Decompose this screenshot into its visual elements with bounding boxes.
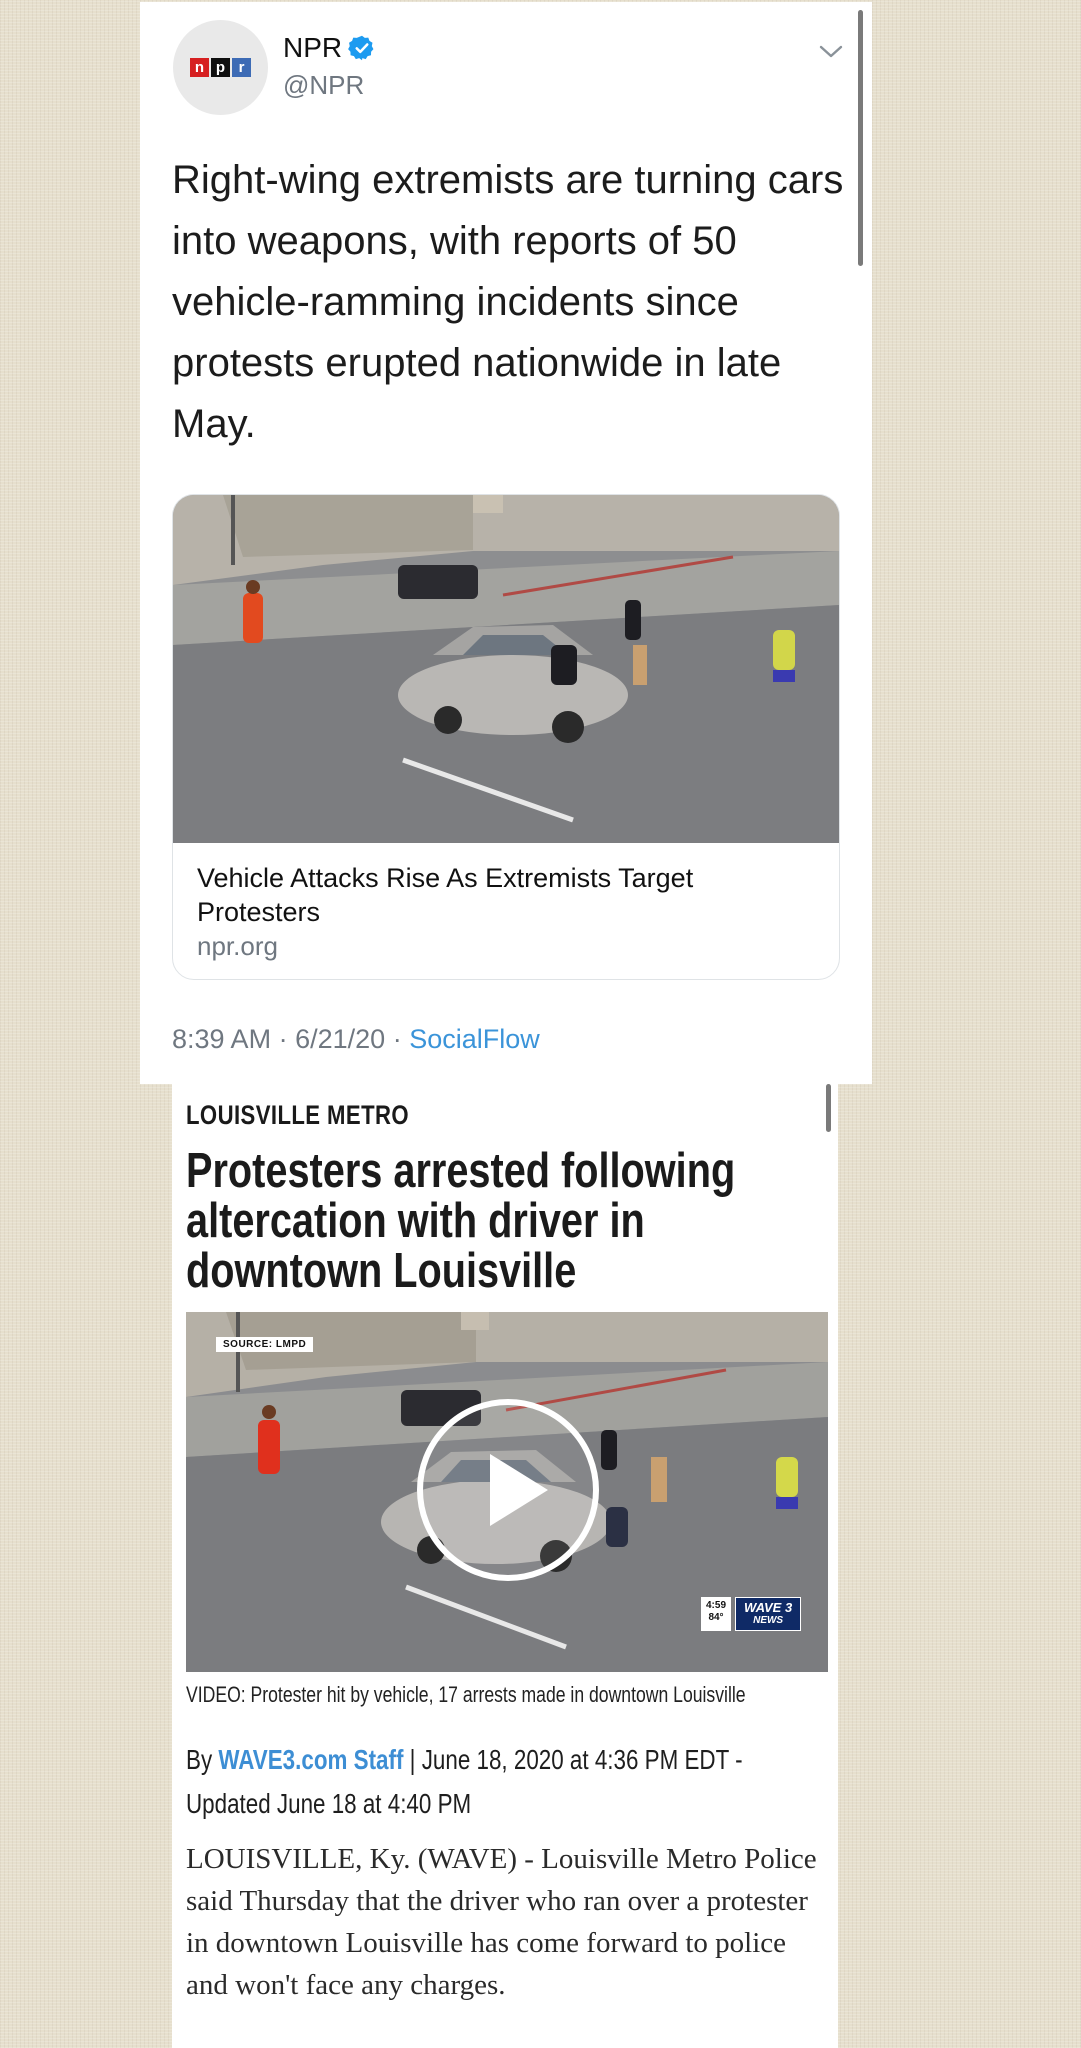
news-article: LOUISVILLE METRO Protesters arrested fol… — [172, 1084, 838, 2048]
npr-logo: n p r — [190, 58, 251, 77]
logo-letter-n: n — [190, 58, 209, 77]
link-domain: npr.org — [197, 931, 278, 961]
tweet-card: n p r NPR @NPR Right-wing extremists are… — [140, 2, 872, 1084]
display-name-row[interactable]: NPR — [283, 32, 376, 64]
link-title[interactable]: Vehicle Attacks Rise As Extremists Targe… — [197, 861, 817, 929]
article-headline: Protesters arrested following altercatio… — [186, 1144, 736, 1298]
video-player[interactable]: SOURCE: LMPD 4:59 84° WAVE 3 NEWS — [186, 1312, 828, 1672]
station-time-temp: 4:59 84° — [701, 1597, 732, 1631]
station-badge: 4:59 84° WAVE 3 NEWS — [701, 1597, 802, 1631]
link-preview-image — [173, 495, 839, 843]
tweet-source-link[interactable]: SocialFlow — [409, 1024, 540, 1054]
handle[interactable]: @NPR — [283, 70, 364, 101]
section-label[interactable]: LOUISVILLE METRO — [186, 1100, 409, 1131]
station-logo-name: WAVE 3 — [744, 1600, 793, 1615]
avatar[interactable]: n p r — [173, 20, 268, 115]
video-caption: VIDEO: Protester hit by vehicle, 17 arre… — [186, 1682, 746, 1707]
link-preview-card[interactable]: Vehicle Attacks Rise As Extremists Targe… — [172, 494, 840, 980]
article-body: LOUISVILLE, Ky. (WAVE) - Louisville Metr… — [186, 1843, 817, 2001]
tweet-date[interactable]: 6/21/20 — [295, 1024, 385, 1054]
station-logo-sub: NEWS — [753, 1615, 784, 1626]
tweet-time[interactable]: 8:39 AM — [172, 1024, 271, 1054]
byline-separator: | — [409, 1744, 416, 1775]
tweet-metadata: 8:39 AM · 6/21/20 · SocialFlow — [172, 1024, 540, 1055]
display-name[interactable]: NPR — [283, 32, 342, 64]
logo-letter-r: r — [232, 58, 251, 77]
meta-separator: · — [392, 1024, 402, 1054]
station-time: 4:59 — [706, 1600, 727, 1611]
play-icon[interactable] — [414, 1396, 602, 1584]
chevron-down-icon[interactable] — [818, 42, 844, 62]
author-link[interactable]: WAVE3.com Staff — [218, 1744, 403, 1775]
station-temperature: 84° — [708, 1612, 724, 1623]
verified-badge-icon — [348, 35, 374, 61]
logo-letter-p: p — [211, 58, 230, 77]
meta-separator: · — [278, 1024, 288, 1054]
byline: By WAVE3.com Staff | June 18, 2020 at 4:… — [186, 1738, 802, 1826]
tweet-text: Right-wing extremists are turning cars i… — [172, 158, 844, 446]
byline-prefix: By — [186, 1744, 213, 1775]
video-source-tag: SOURCE: LMPD — [216, 1337, 314, 1352]
scrollbar[interactable] — [826, 1084, 831, 1132]
station-logo: WAVE 3 NEWS — [735, 1597, 802, 1631]
